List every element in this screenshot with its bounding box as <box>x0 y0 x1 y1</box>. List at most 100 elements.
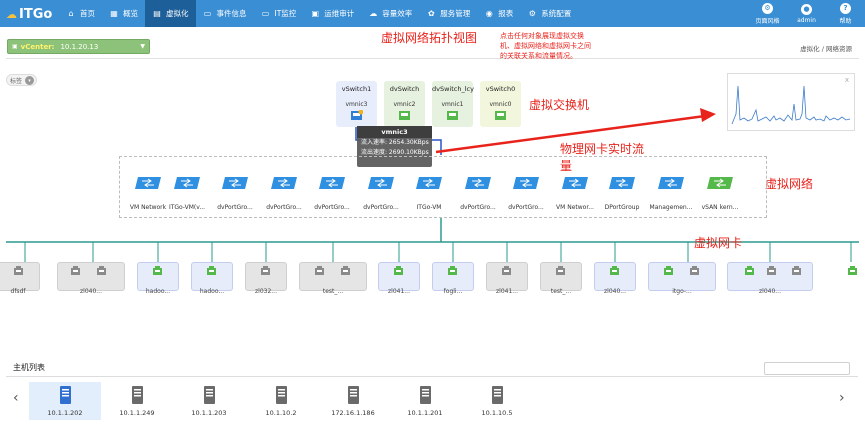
network-switch-icon <box>513 177 539 189</box>
virtual-network-item[interactable]: ITGo-VM <box>404 176 454 211</box>
host-item[interactable]: 10.1.1.249 <box>101 382 173 420</box>
virtual-network-label: ITGo-VM(v... <box>168 204 206 211</box>
network-switch-icon <box>135 177 161 189</box>
vnic-port-icon[interactable] <box>689 265 700 276</box>
chevron-left-icon[interactable]: ‹ <box>13 390 19 406</box>
virtual-network-label: ITGo-VM <box>416 204 442 211</box>
host-item[interactable]: 10.1.1.203 <box>173 382 245 420</box>
network-switch-icon <box>658 177 684 189</box>
tooltip-rx: 流入速率: 2654.30KBps <box>361 139 429 146</box>
vswitch-name: dvSwitch_lcy <box>432 85 474 93</box>
vnic-port-icon[interactable] <box>847 265 858 276</box>
virtual-network-item[interactable]: dvPortGro... <box>259 176 309 211</box>
network-port-icon[interactable] <box>350 110 363 121</box>
vnic-port-icon[interactable] <box>609 265 620 276</box>
server-icon <box>275 386 287 404</box>
network-switch-icon <box>271 177 297 189</box>
vswitch-name: vSwitch0 <box>485 85 516 93</box>
network-switch-icon <box>465 177 491 189</box>
vnic-port-icon[interactable] <box>555 265 566 276</box>
vnic-label: zl040... <box>759 288 781 295</box>
virtual-network-label: dvPortGro... <box>217 204 253 211</box>
vnic-port-icon[interactable] <box>766 265 777 276</box>
vnic-port-icon[interactable] <box>314 265 325 276</box>
vnic-group[interactable] <box>57 262 125 291</box>
vnic-port-icon[interactable] <box>501 265 512 276</box>
virtual-network-label: vSAN kern... <box>701 204 739 211</box>
vnic-port-icon[interactable] <box>393 265 404 276</box>
network-port-icon[interactable] <box>494 110 507 121</box>
host-item[interactable]: 10.1.10.5 <box>461 382 533 420</box>
network-switch-icon <box>319 177 345 189</box>
vswitch-name: dvSwitch <box>389 85 420 93</box>
tooltip-title: vmnic3 <box>357 126 432 138</box>
virtual-network-item[interactable]: DPortGroup <box>597 176 647 211</box>
vswitch-card[interactable]: dvSwitch vmnic2 <box>384 81 425 127</box>
host-ip-label: 10.1.1.203 <box>191 409 227 417</box>
annotation-network: 虚拟网络 <box>765 177 814 191</box>
host-item[interactable]: 10.1.1.202 <box>29 382 101 420</box>
server-icon <box>491 386 503 404</box>
virtual-network-item[interactable]: dvPortGro... <box>501 176 551 211</box>
network-switch-icon <box>707 177 733 189</box>
virtual-network-item[interactable]: dvPortGro... <box>307 176 357 211</box>
virtual-network-label: dvPortGro... <box>363 204 399 211</box>
vnic-port-icon[interactable] <box>152 265 163 276</box>
annotation-vswitch: 虚拟交换机 <box>529 98 590 112</box>
vnic-label: zl032... <box>255 288 277 295</box>
server-icon <box>131 386 143 404</box>
vnic-port-icon[interactable] <box>744 265 755 276</box>
network-switch-icon <box>609 177 635 189</box>
virtual-network-label: VM Networ... <box>556 204 594 211</box>
vmnic-label: vmnic3 <box>345 101 368 108</box>
vnic-label: dfsdf <box>10 288 26 295</box>
virtual-network-label: dvPortGro... <box>266 204 302 211</box>
virtual-network-item[interactable]: ITGo-VM(v... <box>162 176 212 211</box>
annotation-vnic: 虚拟网卡 <box>694 236 743 250</box>
vnic-port-icon[interactable] <box>70 265 81 276</box>
close-icon[interactable]: x <box>845 76 849 84</box>
vmnic-label: vmnic2 <box>393 101 416 108</box>
server-icon <box>59 386 71 404</box>
virtual-network-item[interactable]: vSAN kern... <box>695 176 745 211</box>
vnic-label: test_... <box>550 288 572 295</box>
chevron-right-icon[interactable]: › <box>839 390 845 406</box>
network-switch-icon <box>174 177 200 189</box>
host-ip-label: 10.1.1.249 <box>119 409 155 417</box>
vnic-group[interactable] <box>299 262 367 291</box>
virtual-network-item[interactable]: VM Networ... <box>550 176 600 211</box>
virtual-network-item[interactable]: dvPortGro... <box>356 176 406 211</box>
host-ip-label: 10.1.1.201 <box>407 409 443 417</box>
host-item[interactable]: 10.1.1.201 <box>389 382 461 420</box>
vnic-port-icon[interactable] <box>447 265 458 276</box>
vswitch-name: vSwitch1 <box>341 85 372 93</box>
vnic-port-icon[interactable] <box>13 265 24 276</box>
network-port-icon[interactable] <box>398 110 411 121</box>
virtual-network-item[interactable]: dvPortGro... <box>453 176 503 211</box>
vnic-port-icon[interactable] <box>260 265 271 276</box>
vnic-port-icon[interactable] <box>206 265 217 276</box>
server-icon <box>347 386 359 404</box>
network-port-icon[interactable] <box>446 110 459 121</box>
virtual-network-label: Managemen... <box>649 204 693 211</box>
vswitch-card[interactable]: vSwitch0 vmnic0 <box>480 81 521 127</box>
vnic-port-icon[interactable] <box>663 265 674 276</box>
virtual-network-item[interactable]: Managemen... <box>646 176 696 211</box>
host-search-input[interactable] <box>764 362 850 375</box>
vnic-group[interactable] <box>648 262 716 291</box>
vswitch-card[interactable]: vSwitch1 vmnic3 <box>336 81 377 127</box>
vmnic-label: vmnic0 <box>489 101 512 108</box>
annotation-hint: 点击任何对象展现虚拟交换机、虚拟网络和虚拟网卡之间的关联关系和流量情况。 <box>500 32 591 60</box>
vnic-port-icon[interactable] <box>96 265 107 276</box>
vmnic-label: vmnic1 <box>441 101 464 108</box>
virtual-network-label: dvPortGro... <box>460 204 496 211</box>
host-item[interactable]: 10.1.10.2 <box>245 382 317 420</box>
virtual-network-item[interactable]: dvPortGro... <box>210 176 260 211</box>
vnic-port-icon[interactable] <box>340 265 351 276</box>
vnic-label: fogli... <box>443 288 463 295</box>
vnic-label: zl040... <box>80 288 102 295</box>
vswitch-card[interactable]: dvSwitch_lcy vmnic1 <box>432 81 474 127</box>
host-item[interactable]: 172.16.1.186 <box>317 382 389 420</box>
network-switch-icon <box>368 177 394 189</box>
vnic-port-icon[interactable] <box>791 265 802 276</box>
